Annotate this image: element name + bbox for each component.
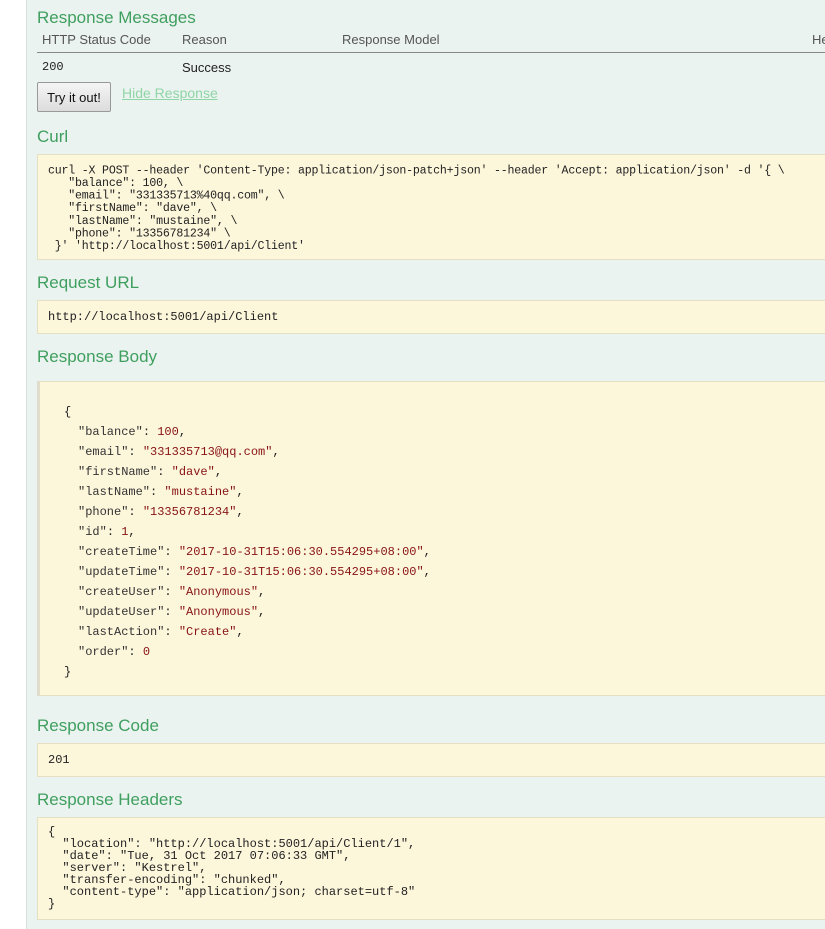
response-code-value: 201 xyxy=(48,753,70,767)
json-value: "Anonymous" xyxy=(178,605,259,619)
json-separator: , xyxy=(178,425,187,439)
json-field-row: "updateUser": "Anonymous", xyxy=(64,602,825,622)
json-key: "updateUser" xyxy=(78,605,165,619)
json-key: "phone" xyxy=(78,505,129,519)
json-value: "331335713@qq.com" xyxy=(142,445,273,459)
json-colon: : xyxy=(150,485,165,499)
json-key: "id" xyxy=(78,525,107,539)
json-separator: , xyxy=(236,505,244,519)
operation-panel: Response Messages HTTP Status Code Reaso… xyxy=(26,0,825,929)
json-field-row: "lastName": "mustaine", xyxy=(64,482,825,502)
json-colon: : xyxy=(106,525,122,539)
json-value: "13356781234" xyxy=(142,505,237,519)
json-separator: , xyxy=(258,605,266,619)
json-key: "balance" xyxy=(78,425,143,439)
json-separator: , xyxy=(423,545,431,559)
request-url-heading: Request URL xyxy=(37,273,140,292)
curl-command: curl -X POST --header 'Content-Type: app… xyxy=(48,163,785,254)
column-header-model: Response Model xyxy=(342,32,440,47)
json-field-row: "createTime": "2017-10-31T15:06:30.55429… xyxy=(64,542,825,562)
json-key: "email" xyxy=(78,445,129,459)
json-field-row: "updateTime": "2017-10-31T15:06:30.55429… xyxy=(64,562,825,582)
json-separator: , xyxy=(236,625,244,639)
json-field-row: "firstName": "dave", xyxy=(64,462,825,482)
column-header-reason: Reason xyxy=(182,32,227,47)
json-separator: , xyxy=(258,585,266,599)
json-key: "order" xyxy=(78,645,129,659)
json-key: "lastAction" xyxy=(78,625,165,639)
response-body-box: { "balance": 100, "email": "331335713@qq.… xyxy=(37,381,825,696)
json-value: "Anonymous" xyxy=(178,585,259,599)
json-field-row: "phone": "13356781234", xyxy=(64,502,825,522)
json-separator: , xyxy=(423,565,431,579)
json-field-row: "order": 0 xyxy=(64,642,825,662)
json-colon: : xyxy=(164,625,179,639)
try-it-out-button[interactable]: Try it out! xyxy=(37,82,111,112)
response-code-box: 201 xyxy=(37,743,825,777)
column-header-status: HTTP Status Code xyxy=(42,32,151,47)
response-messages-heading: Response Messages xyxy=(37,8,196,27)
table-divider xyxy=(37,52,825,53)
json-separator: , xyxy=(236,485,244,499)
json-key: "firstName" xyxy=(78,465,158,479)
reason-cell: Success xyxy=(182,60,232,75)
json-separator: , xyxy=(272,445,280,459)
json-colon: : xyxy=(164,545,179,559)
json-field-row: "balance": 100, xyxy=(64,422,825,442)
json-key: "createTime" xyxy=(78,545,165,559)
hide-response-link[interactable]: Hide Response xyxy=(122,85,218,101)
json-colon: : xyxy=(164,565,179,579)
curl-box: curl -X POST --header 'Content-Type: app… xyxy=(37,154,825,260)
json-value: "2017-10-31T15:06:30.554295+08:00" xyxy=(178,565,424,579)
json-colon: : xyxy=(128,645,143,659)
json-colon: : xyxy=(157,465,172,479)
json-colon: : xyxy=(128,505,143,519)
json-key: "lastName" xyxy=(78,485,151,499)
json-close-brace: } xyxy=(64,665,72,679)
json-value: "Create" xyxy=(178,625,237,639)
request-url-box: http://localhost:5001/api/Client xyxy=(37,300,825,334)
json-colon: : xyxy=(142,425,158,439)
json-key: "updateTime" xyxy=(78,565,165,579)
json-colon: : xyxy=(164,605,179,619)
column-header-headers: He xyxy=(812,32,825,47)
response-headers-box: { "location": "http://localhost:5001/api… xyxy=(37,817,825,920)
json-fields: "balance": 100, "email": "331335713@qq.co… xyxy=(64,422,825,662)
json-key: "createUser" xyxy=(78,585,165,599)
json-separator: , xyxy=(214,465,223,479)
response-body-heading: Response Body xyxy=(37,347,158,366)
json-field-row: "id": 1, xyxy=(64,522,825,542)
json-colon: : xyxy=(164,585,179,599)
json-value: "dave" xyxy=(171,465,215,479)
json-value: 0 xyxy=(142,645,151,659)
json-value: "2017-10-31T15:06:30.554295+08:00" xyxy=(178,545,424,559)
json-colon: : xyxy=(128,445,143,459)
json-open-brace: { xyxy=(64,405,72,419)
response-code-heading: Response Code xyxy=(37,716,159,735)
curl-heading: Curl xyxy=(37,127,69,146)
response-headers-text: { "location": "http://localhost:5001/api… xyxy=(48,825,416,911)
json-field-row: "createUser": "Anonymous", xyxy=(64,582,825,602)
json-separator: , xyxy=(128,525,136,539)
response-headers-heading: Response Headers xyxy=(37,790,183,809)
json-value: 100 xyxy=(157,425,179,439)
request-url-value: http://localhost:5001/api/Client xyxy=(48,310,279,324)
json-value: "mustaine" xyxy=(164,485,237,499)
status-code-cell: 200 xyxy=(42,60,64,74)
json-field-row: "email": "331335713@qq.com", xyxy=(64,442,825,462)
json-field-row: "lastAction": "Create", xyxy=(64,622,825,642)
